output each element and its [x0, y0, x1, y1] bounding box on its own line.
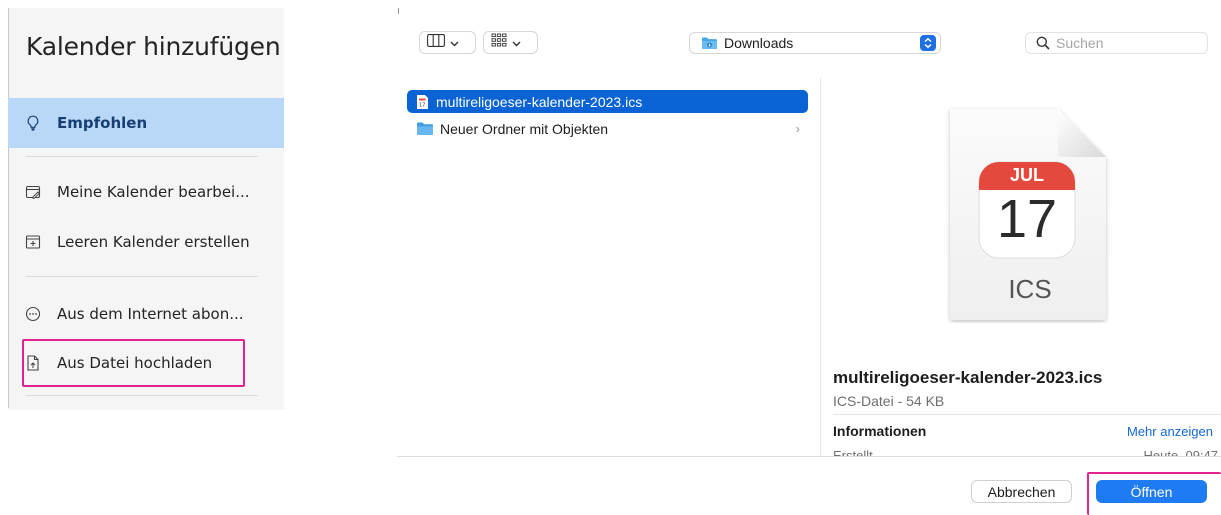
calendar-day-text: 17 — [996, 189, 1058, 249]
column-view-button[interactable] — [419, 31, 476, 54]
grid-view-button[interactable] — [483, 31, 538, 54]
chevron-down-icon — [512, 34, 521, 52]
location-label: Downloads — [724, 35, 794, 51]
divider — [833, 414, 1221, 415]
window-edge-mark — [398, 8, 401, 14]
info-row-created: Erstellt Heute, 09:47 — [833, 446, 1221, 456]
calendar-month-text: JUL — [1009, 165, 1044, 185]
lightbulb-icon — [25, 115, 41, 131]
divider — [26, 395, 258, 396]
stepper-icon — [920, 35, 936, 51]
search-placeholder: Suchen — [1056, 35, 1104, 51]
divider — [26, 276, 258, 277]
nav-item-label: Aus dem Internet abon... — [57, 305, 244, 323]
divider — [397, 456, 1221, 457]
preview-filename: multireligoeser-kalender-2023.ics — [833, 368, 1103, 387]
location-popup[interactable]: Downloads — [689, 32, 941, 54]
preview-kind-size: ICS-Datei - 54 KB — [833, 393, 945, 409]
nav-item-label: Meine Kalender bearbei... — [57, 183, 250, 201]
svg-text:17: 17 — [419, 102, 425, 108]
nav-item-recommended[interactable]: Empfohlen — [8, 98, 284, 148]
file-extension-text: ICS — [1008, 274, 1052, 304]
chevron-right-icon: › — [795, 121, 800, 136]
info-heading: Informationen — [833, 423, 927, 439]
nav-item-edit-calendars[interactable]: Meine Kalender bearbei... — [8, 167, 284, 217]
downloads-folder-icon — [701, 36, 718, 50]
cancel-button[interactable]: Abbrechen — [971, 480, 1072, 503]
ics-file-icon: 17 — [416, 94, 430, 110]
highlight-box — [22, 339, 245, 387]
panel-title: Kalender hinzufügen — [26, 32, 281, 61]
nav-item-label: Leeren Kalender erstellen — [57, 233, 250, 251]
add-calendar-icon — [25, 234, 41, 250]
highlight-box — [1087, 472, 1221, 515]
folder-name: Neuer Ordner mit Objekten — [440, 120, 609, 137]
nav-item-label: Empfohlen — [57, 114, 148, 132]
file-row-ics[interactable]: 17 multireligoeser-kalender-2023.ics — [407, 90, 808, 113]
search-icon — [1036, 36, 1050, 50]
chevron-down-icon — [450, 34, 459, 52]
created-value: Heute, 09:47 — [1143, 448, 1218, 456]
nav-item-subscribe-internet[interactable]: Aus dem Internet abon... — [8, 289, 284, 339]
column-divider[interactable] — [820, 78, 821, 456]
folder-icon — [416, 121, 434, 137]
columns-view-icon — [427, 33, 445, 52]
show-more-link[interactable]: Mehr anzeigen — [1127, 424, 1213, 439]
file-name: multireligoeser-kalender-2023.ics — [436, 93, 643, 110]
edit-calendar-icon — [25, 184, 41, 200]
created-label: Erstellt — [833, 448, 873, 456]
nav-item-create-empty-calendar[interactable]: Leeren Kalender erstellen — [8, 217, 284, 267]
divider — [26, 156, 258, 157]
subscribe-globe-icon — [25, 306, 41, 322]
file-row-folder[interactable]: Neuer Ordner mit Objekten › — [407, 117, 808, 140]
grid-view-icon — [491, 33, 507, 52]
search-field[interactable]: Suchen — [1025, 32, 1208, 54]
